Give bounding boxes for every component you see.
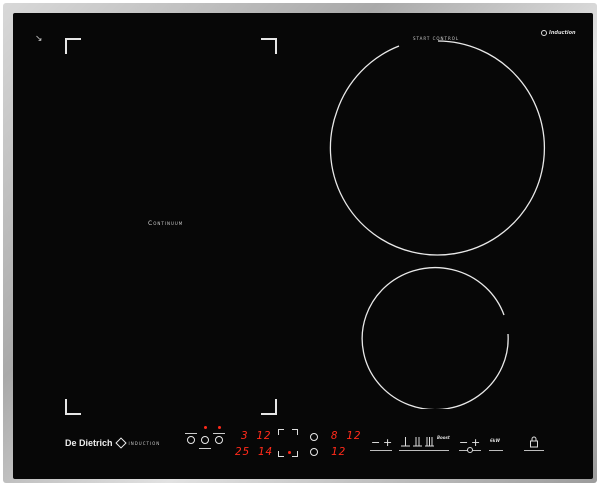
right-zone-timer-display: 12 (331, 445, 347, 458)
continuum-zone-corner-top-left (65, 38, 81, 54)
zone-active-dot (218, 426, 221, 429)
small-cooking-zone (361, 266, 509, 409)
zone-active-dot (204, 426, 207, 429)
continuum-power-display: 3 12 (241, 429, 272, 442)
right-zone-power-display: 8 12 (331, 429, 362, 442)
zone-select-back-left-button[interactable] (215, 436, 223, 444)
brand-sub: INDUCTION (128, 440, 161, 446)
selector-bracket (213, 433, 225, 434)
function-keys-underline (399, 450, 449, 451)
simmer-button[interactable] (413, 433, 422, 447)
bracket-corner (292, 429, 298, 435)
selector-bracket (185, 433, 197, 434)
bracket-corner (278, 451, 284, 457)
power-plus-button[interactable]: + (383, 437, 392, 448)
keep-warm-button[interactable] (401, 433, 410, 447)
brand-logo: De Dietrich INDUCTION (65, 437, 161, 449)
continuum-zone-corner-bottom-right (261, 399, 277, 415)
boost-button[interactable]: Boost (437, 435, 450, 440)
power-control-underline (370, 450, 392, 451)
large-cooking-zone (329, 40, 545, 256)
small-zone-ring (361, 266, 509, 409)
timer-clock-icon (467, 447, 473, 453)
start-control-label: START CONTROL (413, 36, 460, 41)
zone-select-front-left-button[interactable] (187, 436, 195, 444)
melt-icon (425, 437, 434, 447)
child-lock-button[interactable] (529, 434, 539, 448)
cooktop-frame: ↘ Continuum Induction START CONTROL De D… (3, 3, 597, 483)
slider-active-dot (288, 451, 291, 454)
timer-plus-button[interactable]: + (471, 437, 480, 448)
bracket-corner (278, 429, 284, 435)
bracket-corner (292, 451, 298, 457)
keep-warm-icon (401, 437, 410, 447)
continuum-zone-corner-bottom-left (65, 399, 81, 415)
continuum-zone-corner-top-right (261, 38, 277, 54)
continuum-zone-label: Continuum (148, 220, 184, 227)
continuum-zone-selector (185, 426, 225, 453)
zone-select-back-right-button[interactable] (310, 433, 318, 441)
slider-bracket-control[interactable] (278, 429, 298, 457)
selector-bracket (199, 448, 211, 449)
ceramic-glass-surface: ↘ Continuum Induction START CONTROL De D… (13, 13, 593, 479)
large-zone-ring-segment (336, 45, 400, 112)
continuum-timer-display: 25 14 (235, 445, 274, 458)
vent-indicator-icon: ↘ (35, 34, 43, 44)
power-management-underline (489, 450, 503, 451)
brand-name: De Dietrich (65, 438, 113, 448)
large-zone-ring (329, 40, 545, 256)
cooking-function-keys: Boost (399, 433, 450, 449)
power-minus-button[interactable]: − (371, 437, 380, 448)
brand-diamond-icon (114, 437, 127, 449)
zone-select-continuum-button[interactable] (201, 436, 209, 444)
zone-select-front-right-button[interactable] (310, 448, 318, 456)
timer-minus-button[interactable]: − (459, 437, 468, 448)
melt-button[interactable] (425, 433, 434, 447)
lock-icon (530, 436, 538, 448)
power-management-button[interactable]: 6kW (490, 438, 500, 443)
lock-underline (524, 450, 544, 451)
simmer-icon (413, 437, 422, 447)
